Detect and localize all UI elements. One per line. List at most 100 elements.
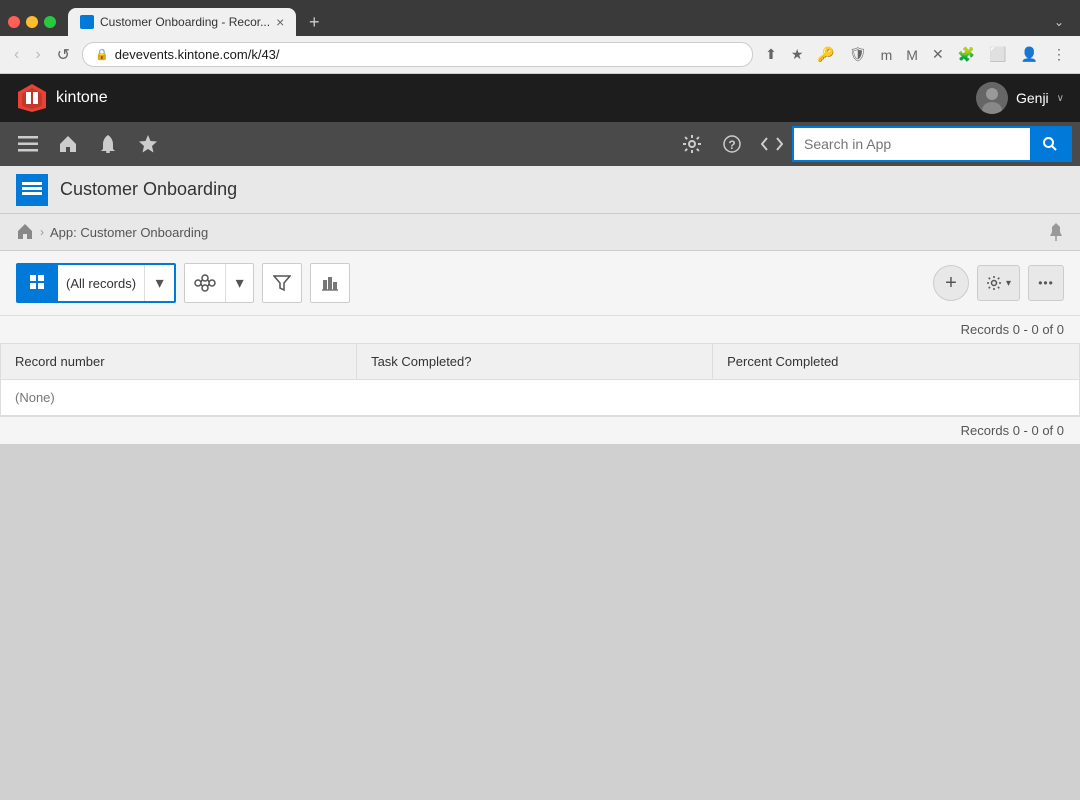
share-icon[interactable]: ⬆	[761, 44, 781, 65]
split-view-icon[interactable]: ⬜	[985, 44, 1010, 65]
column-task-completed: Task Completed?	[357, 344, 713, 380]
ext1-icon[interactable]: m	[877, 45, 897, 65]
gear-nav-icon	[682, 134, 702, 154]
minimize-window-button[interactable]	[26, 16, 38, 28]
empty-row-label: (None)	[1, 380, 1080, 416]
tab-favicon	[80, 15, 94, 29]
help-icon: ?	[722, 134, 742, 154]
app-settings-button[interactable]	[672, 122, 712, 166]
window-controls	[8, 16, 56, 28]
user-menu[interactable]: Genji ∨	[976, 82, 1064, 114]
new-tab-button[interactable]: +	[300, 8, 328, 36]
avatar-image	[976, 82, 1008, 114]
grid-icon	[29, 274, 47, 292]
nav-bar: ?	[0, 122, 1080, 166]
profile-icon[interactable]: 👤	[1017, 44, 1042, 65]
network-icon	[194, 274, 216, 292]
table-body: (None)	[1, 380, 1080, 416]
list-view-icon	[22, 182, 42, 198]
forward-button[interactable]: ›	[31, 44, 44, 66]
kintone-logo-text: kintone	[56, 89, 108, 107]
empty-content-area	[0, 444, 1080, 704]
breadcrumb-home-icon[interactable]	[16, 223, 34, 241]
filter-button[interactable]	[262, 263, 302, 303]
browser-arrows: ⌄	[1046, 15, 1072, 29]
user-menu-chevron: ∨	[1057, 93, 1064, 104]
settings-dropdown-arrow: ▾	[1006, 278, 1011, 289]
notifications-button[interactable]	[88, 122, 128, 166]
hamburger-menu-button[interactable]	[8, 122, 48, 166]
graph-dropdown-button[interactable]: ▾	[225, 263, 253, 303]
column-percent-completed: Percent Completed	[713, 344, 1080, 380]
refresh-button[interactable]: ↺	[53, 43, 74, 67]
view-label: (All records)	[58, 276, 144, 291]
browser-actions: ⬆ ★ 🔑 🛡 m M ✕ 🧩 ⬜ 👤 ⋮	[761, 44, 1070, 65]
ext3-icon[interactable]: ✕	[928, 44, 948, 65]
kintone-logo: kintone	[16, 82, 108, 114]
bookmark-icon[interactable]: ★	[787, 44, 808, 65]
breadcrumb-row: › App: Customer Onboarding	[0, 214, 1080, 251]
breadcrumb-separator: ›	[40, 225, 44, 239]
breadcrumb-text: App: Customer Onboarding	[50, 225, 208, 240]
password-icon[interactable]: 🔑	[813, 44, 838, 65]
app-header-bar: Customer Onboarding	[0, 166, 1080, 214]
data-table: Record number Task Completed? Percent Co…	[0, 343, 1080, 416]
view-dropdown-button[interactable]: ▾	[144, 263, 174, 303]
ext2-icon[interactable]: M	[902, 45, 922, 65]
column-record-number: Record number	[1, 344, 357, 380]
bar-chart-icon	[321, 274, 339, 292]
blocker-icon[interactable]: 🛡	[845, 44, 871, 65]
table-header: Record number Task Completed? Percent Co…	[1, 344, 1080, 380]
records-count-bottom: Records 0 - 0 of 0	[0, 416, 1080, 444]
address-bar-row: ‹ › ↺ 🔒 devevents.kintone.com/k/43/ ⬆ ★ …	[0, 36, 1080, 74]
maximize-window-button[interactable]	[44, 16, 56, 28]
pin-icon[interactable]	[1048, 222, 1064, 242]
home-nav-icon	[58, 134, 78, 154]
back-button[interactable]: ‹	[10, 44, 23, 66]
graph-view-button[interactable]: ▾	[184, 263, 254, 303]
user-avatar	[976, 82, 1008, 114]
svg-text:?: ?	[728, 138, 735, 152]
search-button[interactable]	[1030, 128, 1070, 160]
grid-view-icon[interactable]	[18, 263, 58, 303]
table-row: (None)	[1, 380, 1080, 416]
address-bar[interactable]: 🔒 devevents.kintone.com/k/43/	[82, 42, 753, 67]
help-button[interactable]: ?	[712, 122, 752, 166]
search-icon	[1042, 136, 1058, 152]
developer-button[interactable]	[752, 122, 792, 166]
search-area[interactable]	[792, 126, 1072, 162]
header-row: Record number Task Completed? Percent Co…	[1, 344, 1080, 380]
search-input[interactable]	[794, 136, 1030, 152]
tab-close-button[interactable]: ×	[276, 14, 284, 30]
settings-icon	[986, 275, 1002, 291]
app-title: Customer Onboarding	[60, 179, 237, 200]
records-count-top: Records 0 - 0 of 0	[0, 316, 1080, 343]
graph-icon[interactable]	[185, 263, 225, 303]
extensions-icon[interactable]: 🧩	[954, 44, 979, 65]
view-selector[interactable]: (All records) ▾	[16, 263, 176, 303]
menu-icon[interactable]: ⋮	[1048, 44, 1070, 65]
kintone-logo-icon	[16, 82, 48, 114]
code-icon	[761, 136, 783, 152]
kintone-header: kintone Genji ∨	[0, 74, 1080, 122]
active-tab[interactable]: Customer Onboarding - Recor... ×	[68, 8, 296, 36]
record-settings-button[interactable]: ▾	[977, 265, 1020, 301]
add-record-button[interactable]: +	[933, 265, 969, 301]
home-nav-button[interactable]	[48, 122, 88, 166]
favorites-button[interactable]	[128, 122, 168, 166]
tab-title: Customer Onboarding - Recor...	[100, 15, 270, 29]
more-options-button[interactable]: •••	[1028, 265, 1064, 301]
app-view-icon	[16, 174, 48, 206]
address-text: devevents.kintone.com/k/43/	[115, 47, 280, 62]
lock-icon: 🔒	[95, 48, 109, 61]
browser-chrome: Customer Onboarding - Recor... × + ⌄ ‹ ›…	[0, 0, 1080, 74]
filter-icon	[273, 275, 291, 291]
hamburger-icon	[18, 136, 38, 152]
tab-bar: Customer Onboarding - Recor... × + ⌄	[0, 0, 1080, 36]
star-icon	[138, 134, 158, 154]
user-name-label: Genji	[1016, 90, 1049, 106]
close-window-button[interactable]	[8, 16, 20, 28]
chart-button[interactable]	[310, 263, 350, 303]
bell-icon	[99, 134, 117, 154]
toolbar: (All records) ▾ ▾	[0, 251, 1080, 316]
